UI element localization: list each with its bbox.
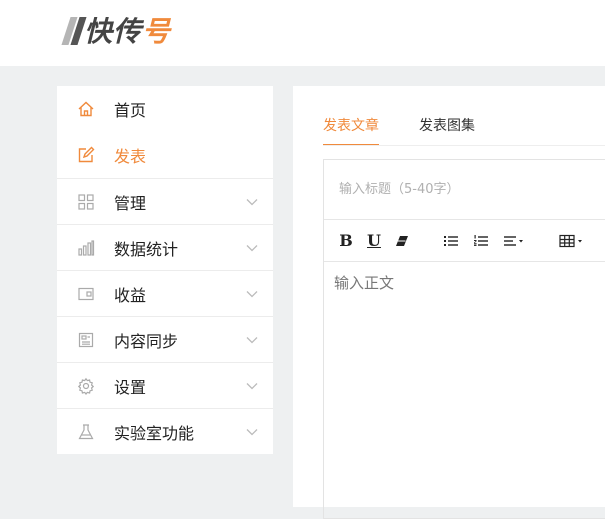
edit-icon — [77, 146, 95, 164]
bullet-list-button[interactable] — [443, 230, 459, 252]
bar-chart-icon — [77, 239, 95, 257]
sidebar-item-publish[interactable]: 发表 — [57, 132, 273, 178]
wallet-icon — [77, 285, 95, 303]
sidebar-item-label: 收益 — [114, 285, 147, 305]
sidebar-item-home[interactable]: 首页 — [57, 86, 273, 132]
chevron-down-icon[interactable] — [245, 425, 259, 439]
sidebar-item-content-sync[interactable]: 内容同步 — [57, 316, 273, 362]
main-panel: 发表文章 发表图集 B U — [293, 86, 605, 519]
chevron-down-icon[interactable] — [245, 287, 259, 301]
chevron-down-icon[interactable] — [245, 333, 259, 347]
document-icon — [77, 331, 95, 349]
chevron-down-icon[interactable] — [245, 379, 259, 393]
logo-text: 快传号 — [84, 15, 172, 48]
chevron-down-icon[interactable] — [245, 241, 259, 255]
tab-publish-article[interactable]: 发表文章 — [323, 116, 379, 146]
numbered-list-icon — [474, 234, 488, 246]
title-input[interactable] — [324, 160, 605, 220]
align-left-icon — [504, 235, 523, 246]
sidebar-item-label: 数据统计 — [114, 239, 179, 259]
flask-icon — [77, 423, 95, 441]
chevron-down-icon[interactable] — [245, 195, 259, 209]
sidebar-item-label: 发表 — [114, 147, 147, 166]
sidebar-item-earnings[interactable]: 收益 — [57, 270, 273, 316]
editor-toolbar: B U — [324, 220, 605, 262]
sidebar-item-label: 内容同步 — [114, 331, 179, 351]
numbered-list-button[interactable] — [473, 230, 489, 252]
table-dropdown-button[interactable] — [559, 230, 585, 252]
top-header: 快传号 — [0, 0, 605, 66]
sidebar: 首页 发表 管理 数据统计 收益 内容同步 设置 实验室功能 — [57, 86, 273, 454]
eraser-icon — [396, 235, 408, 246]
tab-publish-gallery[interactable]: 发表图集 — [419, 116, 475, 146]
bullet-list-icon — [444, 235, 458, 246]
underline-button[interactable]: U — [367, 230, 381, 252]
logo-mark-icon — [60, 15, 87, 45]
gear-icon — [77, 377, 95, 395]
app-logo[interactable]: 快传号 — [60, 12, 171, 48]
sidebar-item-lab-features[interactable]: 实验室功能 — [57, 408, 273, 454]
home-icon — [77, 100, 95, 118]
publish-tabs: 发表文章 发表图集 — [323, 116, 515, 146]
eraser-button[interactable] — [395, 230, 409, 252]
body-input[interactable]: 输入正文 — [334, 272, 394, 293]
bold-button[interactable]: B — [339, 230, 353, 252]
article-editor: B U — [323, 159, 605, 519]
sidebar-item-settings[interactable]: 设置 — [57, 362, 273, 408]
sidebar-item-label: 管理 — [114, 193, 147, 213]
sidebar-item-label: 实验室功能 — [114, 423, 195, 443]
tabs-divider — [323, 145, 605, 146]
sidebar-item-label: 设置 — [114, 377, 147, 397]
sidebar-item-manage[interactable]: 管理 — [57, 178, 273, 224]
grid-icon — [77, 193, 95, 211]
table-icon — [559, 234, 582, 247]
sidebar-item-label: 首页 — [114, 101, 147, 120]
sidebar-item-statistics[interactable]: 数据统计 — [57, 224, 273, 270]
align-dropdown-button[interactable] — [503, 230, 525, 252]
